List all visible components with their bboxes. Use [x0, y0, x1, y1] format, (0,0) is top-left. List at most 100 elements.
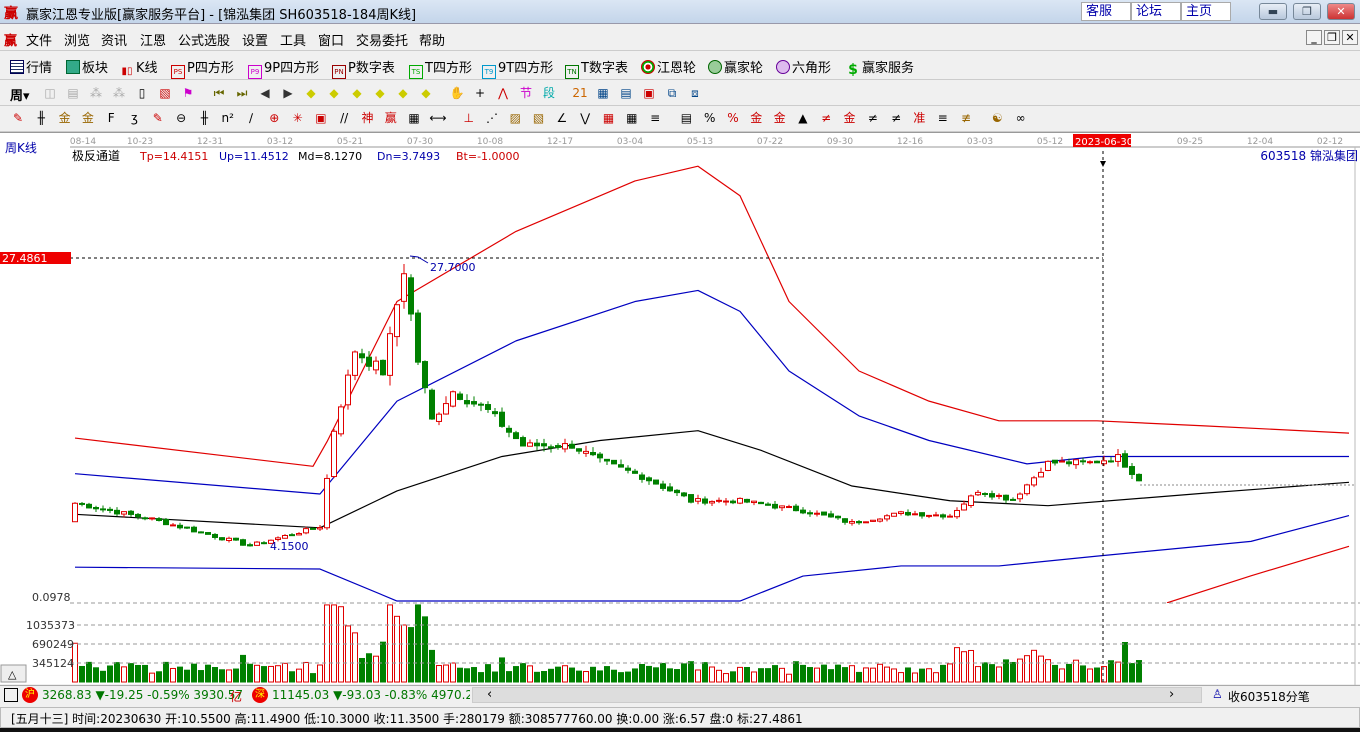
chart-panel[interactable]: 08-14 10-23 12-31 03-12 05-21 07-30 10-08 12-17… [0, 132, 1360, 685]
toolbar-tool-icon[interactable]: ⧈ [687, 85, 703, 101]
winner-service-button[interactable]: $ 赢家服务 [846, 57, 914, 78]
menu-formula[interactable]: 公式选股 [178, 30, 230, 49]
period-dropdown[interactable]: 周▾ [10, 85, 30, 104]
toolbar-tool-icon[interactable]: ◫ [42, 85, 58, 101]
drawing-tool-icon[interactable]: ▦ [624, 110, 640, 126]
toolbar-tool-icon[interactable]: ⚑ [180, 85, 196, 101]
drawing-tool-icon[interactable]: n² [220, 110, 236, 126]
toolbar-tool-icon[interactable]: ▦ [595, 85, 611, 101]
menu-tools[interactable]: 工具 [280, 30, 306, 49]
mdi-restore-button[interactable]: ❐ [1324, 30, 1340, 45]
9t-square-button[interactable]: T9 9T四方形 [482, 57, 553, 79]
drawing-tool-icon[interactable]: ⋰ [484, 110, 500, 126]
menu-window[interactable]: 窗口 [318, 30, 344, 49]
drawing-tool-icon[interactable]: 金 [57, 110, 73, 126]
hexagon-button[interactable]: 六角形 [776, 57, 831, 76]
toolbar-tool-icon[interactable]: ⁂ [88, 85, 104, 101]
mdi-close-button[interactable]: ✕ [1342, 30, 1358, 45]
t-number-table-button[interactable]: TN T数字表 [565, 57, 628, 79]
t-square-button[interactable]: TS T四方形 [409, 57, 472, 79]
customer-service-link[interactable]: 客服 [1081, 2, 1131, 21]
mdi-minimize-button[interactable]: _ [1306, 30, 1322, 45]
drawing-tool-icon[interactable]: ▧ [531, 110, 547, 126]
homepage-link[interactable]: 主页 [1181, 2, 1231, 21]
drawing-tool-icon[interactable]: ≠ [888, 110, 904, 126]
winner-wheel-button[interactable]: 赢家轮 [708, 57, 763, 76]
toolbar-tool-icon[interactable]: ⁂ [111, 85, 127, 101]
sectors-button[interactable]: 板块 [66, 57, 108, 76]
toolbar-tool-icon[interactable]: ⏭ [234, 85, 250, 101]
toolbar-tool-icon[interactable]: ◀ [257, 85, 273, 101]
toolbar-tool-icon[interactable]: ◆ [326, 85, 342, 101]
toolbar-tool-icon[interactable]: ✋ [449, 85, 465, 101]
horizontal-scrollbar[interactable]: ‹ › [472, 687, 1202, 703]
drawing-tool-icon[interactable]: ☯ [989, 110, 1005, 126]
drawing-tool-icon[interactable]: ∕ [243, 110, 259, 126]
drawing-tool-icon[interactable]: ╫ [33, 110, 49, 126]
menu-browse[interactable]: 浏览 [64, 30, 90, 49]
drawing-tool-icon[interactable]: % [702, 110, 718, 126]
menu-gann[interactable]: 江恩 [140, 30, 166, 49]
kline-chart[interactable]: 08-14 10-23 12-31 03-12 05-21 07-30 10-08 12-17… [0, 133, 1360, 685]
toolbar-tool-icon[interactable]: 节 [518, 85, 534, 101]
toolbar-tool-icon[interactable]: ⏮ [211, 85, 227, 101]
drawing-tool-icon[interactable]: ∞ [1013, 110, 1029, 126]
drawing-tool-icon[interactable]: 金 [80, 110, 96, 126]
toolbar-tool-icon[interactable]: ⧉ [664, 85, 680, 101]
drawing-tool-icon[interactable]: ✳ [290, 110, 306, 126]
drawing-tool-icon[interactable]: ╫ [196, 110, 212, 126]
kline-button[interactable]: ▮▯ K线 [120, 57, 157, 80]
drawing-tool-icon[interactable]: ✎ [150, 110, 166, 126]
toolbar-tool-icon[interactable]: ◆ [303, 85, 319, 101]
drawing-tool-icon[interactable]: ⋁ [577, 110, 593, 126]
drawing-tool-icon[interactable]: ▨ [507, 110, 523, 126]
toolbar-tool-icon[interactable]: ◆ [349, 85, 365, 101]
drawing-tool-icon[interactable]: ≡ [647, 110, 663, 126]
toolbar-tool-icon[interactable]: ▯ [134, 85, 150, 101]
drawing-tool-icon[interactable]: ⊕ [266, 110, 282, 126]
toolbar-tool-icon[interactable]: ▣ [641, 85, 657, 101]
quotes-button[interactable]: 行情 [10, 57, 52, 76]
toolbar-tool-icon[interactable]: 段 [541, 85, 557, 101]
p-square-button[interactable]: PS P四方形 [171, 57, 234, 79]
forum-link[interactable]: 论坛 [1131, 2, 1181, 21]
drawing-tool-icon[interactable]: 准 [911, 110, 927, 126]
drawing-tool-icon[interactable]: // [336, 110, 352, 126]
drawing-tool-icon[interactable]: 金 [842, 110, 858, 126]
drawing-tool-icon[interactable]: ✎ [10, 110, 26, 126]
restore-button[interactable]: ❐ [1293, 3, 1321, 20]
drawing-tool-icon[interactable]: % [725, 110, 741, 126]
toolbar-tool-icon[interactable]: ⋀ [495, 85, 511, 101]
drawing-tool-icon[interactable]: ʒ [127, 110, 143, 126]
drawing-tool-icon[interactable]: 赢 [383, 110, 399, 126]
toolbar-tool-icon[interactable]: ▤ [618, 85, 634, 101]
scroll-left-icon[interactable]: ‹ [487, 687, 492, 702]
drawing-tool-icon[interactable]: ⊖ [173, 110, 189, 126]
drawing-tool-icon[interactable]: 金 [772, 110, 788, 126]
drawing-tool-icon[interactable]: ▤ [678, 110, 694, 126]
menu-file[interactable]: 文件 [26, 30, 52, 49]
toolbar-tool-icon[interactable]: ◆ [372, 85, 388, 101]
menu-settings[interactable]: 设置 [242, 30, 268, 49]
toolbar-tool-icon[interactable]: ▤ [65, 85, 81, 101]
drawing-tool-icon[interactable]: ▦ [406, 110, 422, 126]
toolbar-tool-icon[interactable]: 21 [572, 85, 588, 101]
9p-square-button[interactable]: P9 9P四方形 [248, 57, 319, 79]
drawing-tool-icon[interactable]: ▣ [313, 110, 329, 126]
toolbar-tool-icon[interactable]: ◆ [395, 85, 411, 101]
toolbar-tool-icon[interactable]: ▶ [280, 85, 296, 101]
drawing-tool-icon[interactable]: ▦ [601, 110, 617, 126]
toolbar-tool-icon[interactable]: ◆ [418, 85, 434, 101]
drawing-tool-icon[interactable]: ⟷ [429, 110, 446, 126]
drawing-tool-icon[interactable]: ≠ [818, 110, 834, 126]
menu-news[interactable]: 资讯 [101, 30, 127, 49]
minimize-button[interactable]: ▬ [1259, 3, 1287, 20]
close-button[interactable]: ✕ [1327, 3, 1355, 20]
tick-data-label[interactable]: 收603518分笔 [1228, 688, 1310, 705]
scroll-right-icon[interactable]: › [1169, 687, 1174, 702]
drawing-tool-icon[interactable]: ≡ [935, 110, 951, 126]
p-number-table-button[interactable]: PN P数字表 [332, 57, 395, 79]
menu-trade[interactable]: 交易委托 [356, 30, 408, 49]
toolbar-tool-icon[interactable]: + [472, 85, 488, 101]
toolbar-tool-icon[interactable]: ▧ [157, 85, 173, 101]
